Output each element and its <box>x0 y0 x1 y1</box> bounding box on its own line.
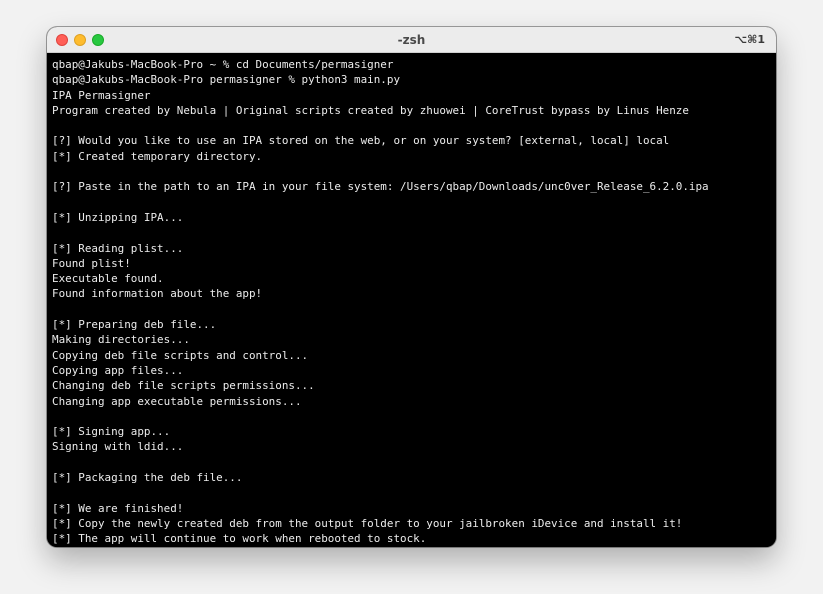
terminal-line: Copying deb file scripts and control... <box>52 348 309 362</box>
terminal-line: [*] Packaging the deb file... <box>52 471 243 485</box>
terminal-line: [*] Signing app... <box>52 425 171 439</box>
terminal-line: [*] Created temporary directory. <box>52 149 263 163</box>
window-shortcut: ⌥⌘1 <box>734 33 765 46</box>
terminal-line: Program created by Nebula | Original scr… <box>52 103 689 117</box>
window-title: -zsh <box>397 33 426 47</box>
terminal-line: [*] Unzipping IPA... <box>52 210 184 224</box>
terminal-line: qbap@Jakubs-MacBook-Pro permasigner % py… <box>52 73 401 87</box>
terminal-line: [*] We are finished! <box>52 501 184 515</box>
terminal-line: [?] Paste in the path to an IPA in your … <box>52 180 709 194</box>
terminal-line: qbap@Jakubs-MacBook-Pro ~ % cd Documents… <box>52 58 394 71</box>
terminal-line: [*] The app will continue to work when r… <box>52 532 427 546</box>
terminal-window: -zsh ⌥⌘1 qbap@Jakubs-MacBook-Pro ~ % cd … <box>47 27 776 547</box>
terminal-line: Signing with ldid... <box>52 440 184 454</box>
terminal-line: Changing app executable permissions... <box>52 394 302 408</box>
terminal-line: [*] Preparing deb file... <box>52 318 217 332</box>
terminal-line: Found information about the app! <box>52 287 263 301</box>
terminal-line: Found plist! <box>52 256 131 270</box>
terminal-line: IPA Permasigner <box>52 88 151 102</box>
terminal-line: [*] Reading plist... <box>52 241 184 255</box>
terminal-line: Executable found. <box>52 272 164 286</box>
title-bar[interactable]: -zsh ⌥⌘1 <box>47 27 776 53</box>
terminal-output[interactable]: qbap@Jakubs-MacBook-Pro ~ % cd Documents… <box>47 53 776 547</box>
terminal-line: [*] Copy the newly created deb from the … <box>52 516 683 530</box>
terminal-line: Changing deb file scripts permissions... <box>52 379 315 393</box>
terminal-line: Making directories... <box>52 333 190 347</box>
terminal-line: Copying app files... <box>52 363 184 377</box>
terminal-line: [?] Would you like to use an IPA stored … <box>52 134 670 148</box>
